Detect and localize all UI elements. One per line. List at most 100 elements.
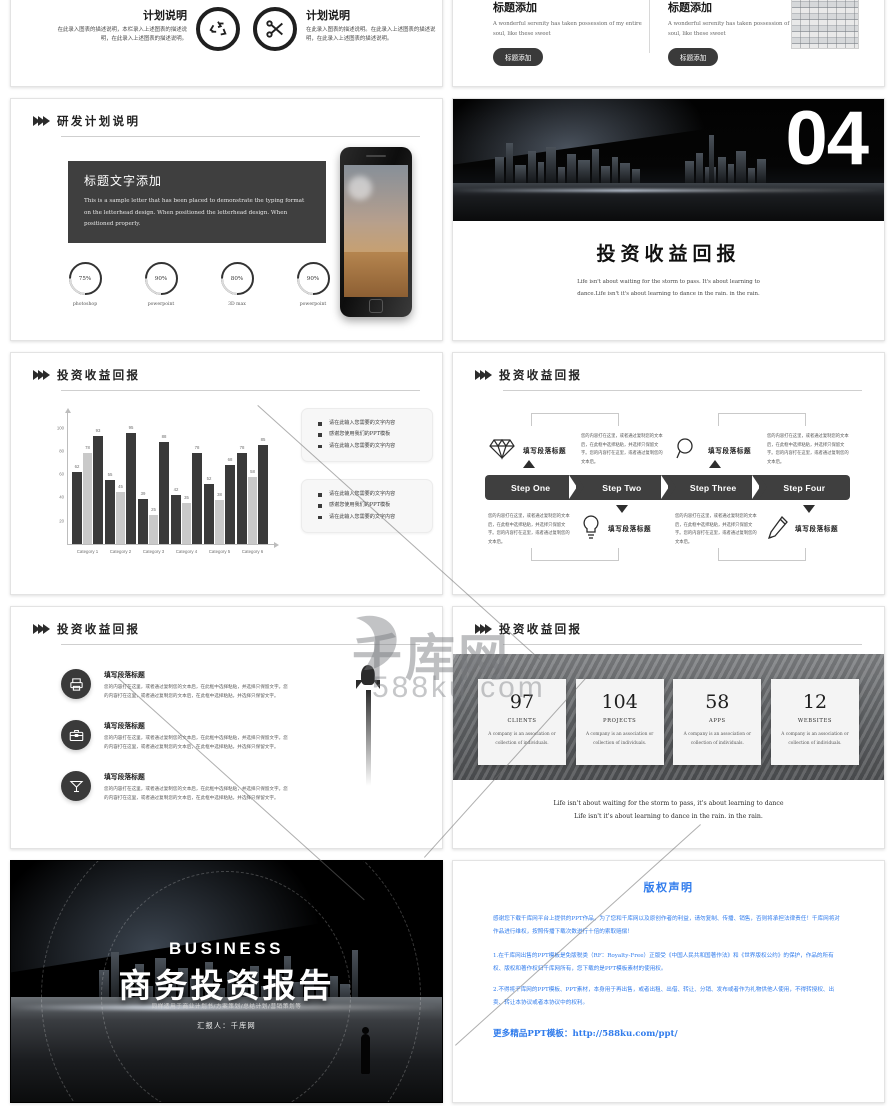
step-label: 填写段落标题 bbox=[608, 525, 652, 533]
bar-group: 52 38 68 bbox=[203, 416, 236, 544]
skill-item: 90% powerpoint bbox=[291, 262, 335, 307]
card-button[interactable]: 标题添加 bbox=[668, 47, 719, 66]
bar: 93 bbox=[93, 428, 103, 544]
slide-statistics[interactable]: 投资收益回报 97 CLIENTS A company is an associ… bbox=[452, 606, 885, 849]
page-title: 研发计划说明 bbox=[57, 114, 141, 128]
plan-body: 在此录入图表的描述说明。在此录入上述图表的描述说明，在此录入上述图表的描述说明。 bbox=[306, 27, 436, 43]
slide-rd-plan[interactable]: 研发计划说明 标题文字添加 This is a sample letter th… bbox=[10, 98, 443, 341]
legend-box-1: 请在此输入您需要的文字内容 感谢您使用我们的PPT模板 请在此输入您需要的文字内… bbox=[301, 408, 433, 463]
skill-value: 90% bbox=[306, 275, 320, 282]
y-tick-label: 20 bbox=[59, 518, 64, 524]
skill-item: 90% powerpoint bbox=[139, 262, 183, 307]
cocktail-icon bbox=[61, 771, 91, 801]
slide-title-cards[interactable]: 标题添加 A wonderful serenity has taken poss… bbox=[452, 0, 885, 87]
section-subtitle-line2: dance.Life isn't it's about learning to … bbox=[577, 290, 760, 297]
legend-box-2: 请在此输入您需要的文字内容 感谢您使用我们的PPT模板 请在此输入您需要的文字内… bbox=[301, 479, 433, 534]
bar: 68 bbox=[225, 457, 235, 544]
bar-value-label: 55 bbox=[107, 472, 113, 477]
list-item-title: 填写段落标题 bbox=[104, 671, 145, 679]
step-paragraph: 您的内容打在这里，或者通过复制您的文本后，在此框中选择粘贴，并选择只保留文字。您… bbox=[488, 514, 570, 545]
x-tick-label: Category 2 bbox=[109, 549, 132, 554]
section-title: 投资收益回报 bbox=[596, 243, 741, 265]
cover-subtitle: 同样适用于商业计划书/方案策划/总结计划/营销策划等 bbox=[151, 1004, 302, 1010]
slide-plan-description[interactable]: 计划说明 在此录入图表的描述说明，本栏录入上述图表的描述说明，在此录入上述图表的… bbox=[10, 0, 443, 87]
bar: 78 bbox=[192, 445, 202, 544]
copyright-paragraph-3: 2.不得将千库网的PPT模板、PPT素材，本身用于再出售，或者出租、出借、转让、… bbox=[493, 987, 835, 1006]
skill-label: powerpoint bbox=[147, 302, 175, 307]
skill-item: 80% 3D max bbox=[215, 262, 259, 307]
triangle-down-icon bbox=[803, 505, 815, 513]
copyright-title: 版权声明 bbox=[643, 881, 694, 894]
slide-step-process[interactable]: 投资收益回报 填写段落标题 您的内容打在这里，或者通过复制您的文本后，在此框中选… bbox=[452, 352, 885, 595]
cover-background: BUSINESS 商务投资报告 同样适用于商业计划书/方案策划/总结计划/营销策… bbox=[11, 861, 442, 1102]
step-four[interactable]: Step Four bbox=[758, 475, 850, 500]
slide-bar-chart[interactable]: 投资收益回报 20 40 60 80 100 62 78 93 55 45 95 39 25 88 42 3… bbox=[10, 352, 443, 595]
stat-card[interactable]: 104 PROJECTS A company is an association… bbox=[575, 679, 664, 765]
bar: 25 bbox=[148, 507, 159, 544]
scissors-icon bbox=[253, 7, 297, 51]
person-silhouette bbox=[361, 1027, 370, 1074]
bar-value-label: 58 bbox=[250, 468, 255, 474]
template-link[interactable]: 更多精品PPT模板：http://588ku.com/ppt/ bbox=[493, 1027, 844, 1039]
stat-label: WEBSITES bbox=[797, 718, 833, 724]
slide-header: 研发计划说明 bbox=[33, 113, 140, 129]
list-item[interactable]: 填写段落标题 您的内容打在这里，或者通过复制您的文本后，在此框中选择粘贴，并选择… bbox=[61, 720, 290, 753]
bar: 42 bbox=[171, 487, 181, 544]
slide-cover[interactable]: BUSINESS 商务投资报告 同样适用于商业计划书/方案策划/总结计划/营销策… bbox=[10, 860, 443, 1103]
slide-icon-list[interactable]: 投资收益回报 填写段落标题 您的内容打在这里，或者通过复制您的文本后，在此框中选… bbox=[10, 606, 443, 849]
dark-box-body: This is a sample letter that has been pl… bbox=[84, 198, 305, 228]
slide-header: 投资收益回报 bbox=[33, 621, 140, 637]
rocket-icon bbox=[356, 665, 380, 786]
card-divider bbox=[649, 0, 650, 53]
list-item[interactable]: 填写段落标题 您的内容打在这里，或者通过复制您的文本后，在此框中选择粘贴，并选择… bbox=[61, 771, 290, 804]
skill-label: powerpoint bbox=[299, 302, 327, 307]
step-two[interactable]: Step Two bbox=[576, 475, 676, 500]
bar: 88 bbox=[159, 434, 169, 544]
stat-number: 97 bbox=[509, 691, 535, 713]
city-night-photo: 04 bbox=[453, 99, 884, 221]
stat-label: PROJECTS bbox=[603, 718, 637, 724]
recycle-icon bbox=[196, 7, 240, 51]
chevron-right-icon bbox=[475, 624, 492, 634]
printer-icon bbox=[61, 669, 91, 699]
bar-value-label: 78 bbox=[239, 445, 245, 451]
stat-number: 58 bbox=[705, 691, 730, 713]
bar-group: 39 25 88 bbox=[137, 416, 170, 544]
cover-chinese-title: 商务投资报告 bbox=[118, 966, 335, 1005]
phone-mockup bbox=[340, 147, 412, 317]
slide-section-divider[interactable]: 04 投资收益回报 Life isn't about waiting for t… bbox=[452, 98, 885, 341]
slide-header: 投资收益回报 bbox=[475, 621, 582, 637]
stat-label: CLIENTS bbox=[507, 718, 537, 724]
stat-card[interactable]: 58 APPS A company is an association or c… bbox=[673, 679, 762, 765]
connector-line bbox=[718, 413, 806, 426]
skill-value: 75% bbox=[78, 275, 92, 282]
triangle-up-icon bbox=[709, 460, 721, 468]
step-paragraph: 您的内容打在这里，或者通过复制您的文本后，在此框中选择粘贴，并选择只保留文字。您… bbox=[581, 434, 663, 465]
bar-value-label: 38 bbox=[217, 491, 222, 497]
card-button[interactable]: 标题添加 bbox=[493, 47, 544, 66]
step-one[interactable]: Step One bbox=[485, 475, 585, 500]
stat-desc: A company is an association or collectio… bbox=[488, 732, 556, 746]
bar-chart: 20 40 60 80 100 62 78 93 55 45 95 39 25 88 42 35 78 52 38… bbox=[45, 408, 279, 566]
stat-card[interactable]: 12 WEBSITES A company is an association … bbox=[770, 679, 859, 765]
list-item[interactable]: 填写段落标题 您的内容打在这里，或者通过复制您的文本后，在此框中选择粘贴，并选择… bbox=[61, 669, 290, 702]
plan-title: 计划说明 bbox=[143, 10, 187, 22]
phone-home-button bbox=[369, 299, 383, 313]
stat-card[interactable]: 97 CLIENTS A company is an association o… bbox=[478, 679, 566, 765]
skill-ring-icon: 90% bbox=[144, 262, 178, 295]
legend-item: 感谢您使用我们的PPT模板 bbox=[318, 500, 422, 511]
card-one[interactable]: 标题添加 A wonderful serenity has taken poss… bbox=[493, 0, 643, 66]
step-paragraph: 您的内容打在这里，或者通过复制您的文本后，在此框中选择粘贴，并选择只保留文字。您… bbox=[767, 434, 849, 465]
legend-item: 感谢您使用我们的PPT模板 bbox=[318, 429, 422, 440]
bar-group: 62 78 93 bbox=[71, 416, 104, 544]
x-tick-label: Category 3 bbox=[142, 549, 165, 554]
slide-copyright[interactable]: 版权声明 感谢您下载千库网平台上提供的PPT作品，为了您和千库网以及原创作者的利… bbox=[452, 860, 885, 1103]
chevron-right-icon bbox=[33, 370, 50, 380]
bar-value-label: 93 bbox=[95, 427, 101, 433]
dark-box-title: 标题文字添加 bbox=[84, 174, 163, 188]
bar-value-label: 52 bbox=[206, 475, 212, 481]
step-three[interactable]: Step Three bbox=[667, 475, 768, 500]
bar: 52 bbox=[204, 476, 214, 544]
bar-value-label: 68 bbox=[227, 456, 233, 462]
phone-speaker bbox=[366, 155, 386, 157]
